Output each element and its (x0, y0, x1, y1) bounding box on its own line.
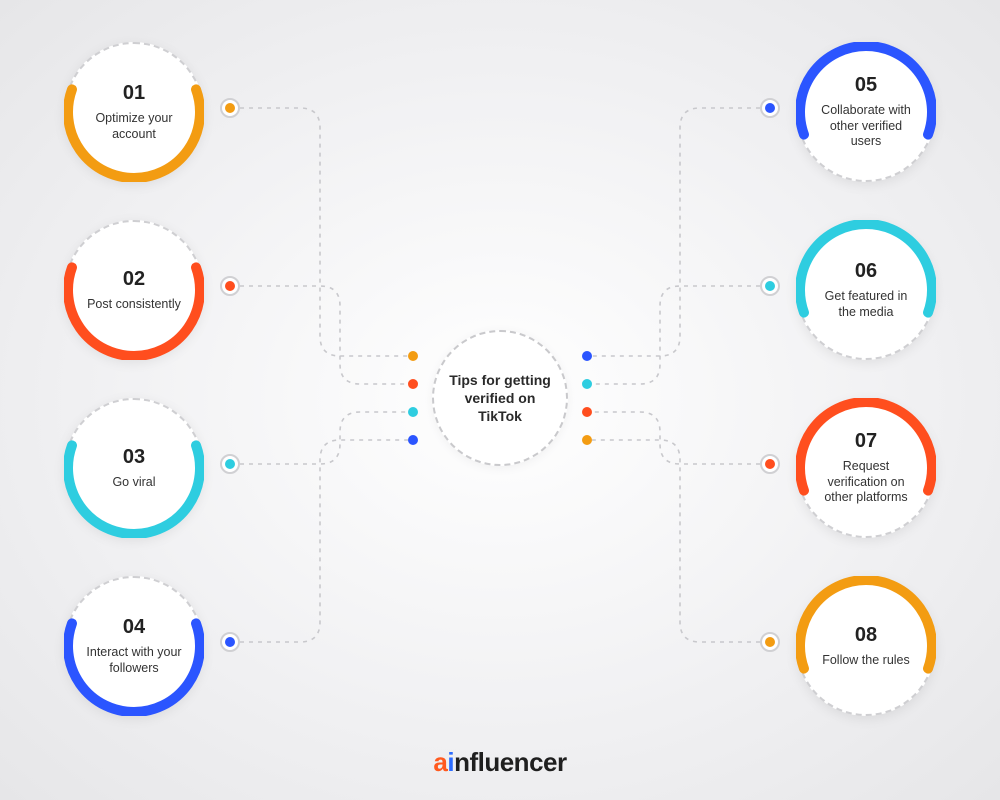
hub-dot (408, 351, 418, 361)
hub-dot (582, 407, 592, 417)
tip-label: Get featured in the media (810, 289, 922, 320)
tip-number: 01 (123, 82, 145, 105)
hub-dot (408, 379, 418, 389)
tip-number: 06 (855, 260, 877, 283)
connector-dot (760, 98, 780, 118)
hub-dot (582, 351, 592, 361)
hub-dot (582, 379, 592, 389)
tip-label: Collaborate with other verified users (810, 103, 922, 150)
tip-label: Follow the rules (814, 653, 918, 669)
tip-node-8: 08 Follow the rules (796, 576, 936, 716)
connector-dot (760, 632, 780, 652)
tip-node-4: 04 Interact with your followers (64, 576, 204, 716)
connector-dot (760, 454, 780, 474)
center-title: Tips for getting verified on TikTok (434, 371, 566, 426)
connector-dot (220, 632, 240, 652)
tip-number: 07 (855, 430, 877, 453)
tip-node-1: 01 Optimize your account (64, 42, 204, 182)
tip-label: Request verification on other platforms (810, 459, 922, 506)
tip-node-6: 06 Get featured in the media (796, 220, 936, 360)
tip-label: Optimize your account (78, 111, 190, 142)
tip-label: Go viral (104, 475, 163, 491)
logo-part-rest: nfluencer (454, 747, 567, 777)
hub-dot (408, 435, 418, 445)
hub-dot (582, 435, 592, 445)
tip-number: 03 (123, 446, 145, 469)
tip-node-2: 02 Post consistently (64, 220, 204, 360)
brand-logo: ainfluencer (0, 747, 1000, 778)
tip-number: 05 (855, 74, 877, 97)
tip-number: 04 (123, 616, 145, 639)
center-hub: Tips for getting verified on TikTok (432, 330, 568, 466)
tip-number: 02 (123, 268, 145, 291)
tip-node-7: 07 Request verification on other platfor… (796, 398, 936, 538)
tip-node-3: 03 Go viral (64, 398, 204, 538)
tip-number: 08 (855, 624, 877, 647)
connector-dot (220, 276, 240, 296)
connector-dot (220, 454, 240, 474)
tip-label: Post consistently (79, 297, 189, 313)
connector-dot (760, 276, 780, 296)
tip-node-5: 05 Collaborate with other verified users (796, 42, 936, 182)
logo-part-a: a (433, 747, 447, 777)
connector-dot (220, 98, 240, 118)
tip-label: Interact with your followers (78, 645, 190, 676)
hub-dot (408, 407, 418, 417)
